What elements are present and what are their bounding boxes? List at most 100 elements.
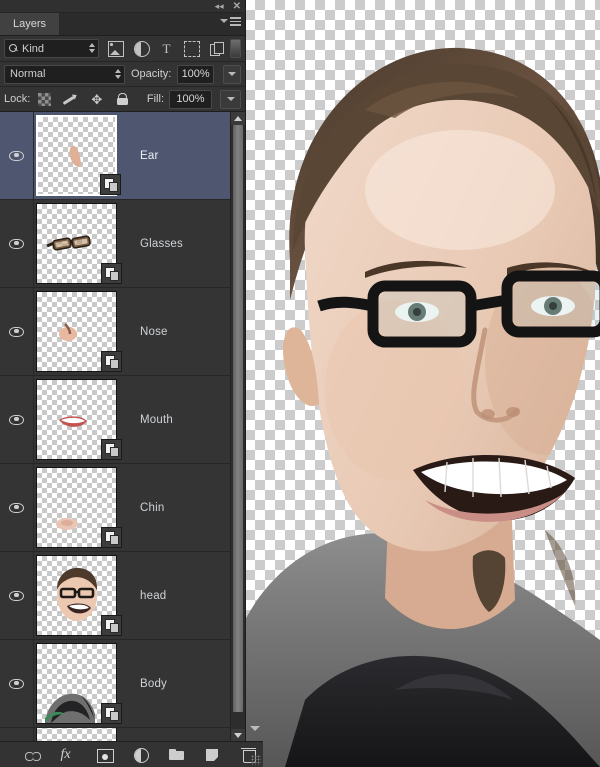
blend-mode-select[interactable]: Normal [4, 64, 125, 84]
smart-object-badge-icon [101, 439, 122, 460]
scrollbar-track[interactable] [231, 125, 245, 729]
fill-label: Fill: [146, 93, 164, 105]
filter-adjustment-layers-icon[interactable] [133, 40, 150, 57]
search-icon [9, 44, 18, 53]
smart-object-badge-icon [101, 527, 122, 548]
window-controls: ◂◂ ✕ [215, 0, 241, 12]
filter-kind-select[interactable]: Kind [4, 39, 99, 58]
layer-visibility-toggle[interactable] [0, 552, 34, 639]
layer-visibility-toggle[interactable] [0, 728, 34, 742]
filter-pixel-layers-icon[interactable] [107, 40, 124, 57]
scroll-up-button[interactable] [231, 112, 245, 125]
filter-shape-layers-icon[interactable] [183, 40, 200, 57]
layer-style-button[interactable]: fx [61, 747, 77, 763]
lock-icon-group: ✥ [38, 92, 129, 106]
table-row[interactable]: Chin [0, 464, 231, 552]
close-panel-button[interactable]: ✕ [233, 1, 241, 11]
panel-menu-arrow-icon [220, 19, 228, 24]
layers-panel: ◂◂ ✕ Layers Kind T Normal Opacity: 100% … [0, 0, 263, 767]
lock-transparent-pixels-icon[interactable] [38, 92, 52, 106]
table-row[interactable]: head [0, 552, 231, 640]
eye-icon [9, 590, 24, 601]
layer-visibility-toggle[interactable] [0, 288, 34, 375]
opacity-dropdown-button[interactable] [222, 64, 241, 84]
table-row[interactable]: Body [0, 640, 231, 728]
opacity-input[interactable]: 100% [177, 64, 214, 84]
new-group-button[interactable] [168, 747, 185, 763]
layer-thumbnail[interactable] [36, 203, 122, 284]
table-row[interactable]: Nose [0, 288, 231, 376]
layer-visibility-toggle[interactable] [0, 112, 34, 199]
layer-name[interactable]: Ear [140, 150, 159, 162]
layer-thumbnail[interactable] [36, 291, 122, 372]
lock-position-icon[interactable]: ✥ [90, 93, 103, 106]
panel-titlebar: ◂◂ ✕ [0, 0, 245, 13]
layer-visibility-toggle[interactable] [0, 464, 34, 551]
link-layers-button[interactable] [24, 747, 41, 763]
layer-visibility-toggle[interactable] [0, 376, 34, 463]
panel-tabbar: Layers [0, 13, 245, 36]
filter-type-icons: T [107, 40, 224, 57]
lock-label: Lock: [4, 93, 31, 105]
smart-object-badge-icon [101, 615, 122, 636]
layer-name[interactable]: Chin [140, 502, 164, 514]
smart-object-badge-icon [101, 351, 122, 372]
layers-bottom-toolbar: fx [0, 726, 263, 767]
layer-visibility-toggle[interactable] [0, 640, 34, 727]
filter-type-layers-icon[interactable]: T [160, 41, 174, 56]
filter-kind-label: Kind [22, 42, 45, 55]
layer-thumbnail[interactable] [36, 467, 122, 548]
panel-menu-lines-icon [230, 17, 241, 26]
layer-name[interactable]: Glasses [140, 238, 183, 250]
filter-enable-toggle[interactable] [229, 39, 241, 58]
layers-list[interactable]: Ear Glasses Nose Mouth Chin head Body [0, 112, 245, 742]
table-row[interactable]: Mouth [0, 376, 231, 464]
filter-kind-stepper-icon[interactable] [88, 43, 95, 53]
layer-thumbnail[interactable] [36, 643, 122, 724]
smart-object-badge-icon [100, 174, 121, 195]
table-row[interactable]: Ear [0, 112, 231, 200]
scrollbar-thumb[interactable] [233, 125, 243, 712]
layers-scrollbar[interactable] [230, 112, 245, 742]
eye-icon [9, 326, 24, 337]
layer-thumbnail[interactable] [36, 379, 122, 460]
lock-image-pixels-icon[interactable] [64, 93, 77, 106]
smart-object-badge-icon [101, 703, 122, 724]
lock-row: Lock: ✥ Fill: 100% [0, 87, 245, 112]
opacity-label: Opacity: [130, 68, 172, 80]
collapse-panel-button[interactable]: ◂◂ [215, 1, 224, 11]
table-row[interactable]: Glasses [0, 200, 231, 288]
fill-input[interactable]: 100% [169, 89, 212, 109]
photoshop-window: ◂◂ ✕ Layers Kind T Normal Opacity: 100% … [0, 0, 600, 767]
new-adjustment-layer-button[interactable] [133, 747, 149, 763]
eye-icon [9, 678, 24, 689]
thumbnail-art [37, 728, 116, 742]
portrait-photo [245, 47, 600, 767]
filter-row: Kind T [0, 36, 245, 62]
layer-visibility-toggle[interactable] [0, 200, 34, 287]
layer-thumbnail[interactable] [36, 555, 122, 636]
document-canvas[interactable] [245, 0, 600, 767]
layer-thumbnail[interactable] [36, 728, 117, 742]
table-row[interactable] [0, 728, 231, 742]
eye-icon [9, 238, 24, 249]
fill-dropdown-button[interactable] [220, 89, 241, 109]
fill-group: Fill: 100% [146, 89, 241, 109]
layer-name[interactable]: Nose [140, 326, 168, 338]
blend-mode-stepper-icon[interactable] [114, 68, 121, 79]
lock-all-icon[interactable] [116, 92, 129, 106]
layer-name[interactable]: Body [140, 678, 167, 690]
add-layer-mask-button[interactable] [96, 748, 114, 763]
panel-menu-icon[interactable] [220, 17, 241, 26]
scroll-down-arrow-icon[interactable] [250, 726, 260, 731]
layer-name[interactable]: Mouth [140, 414, 173, 426]
filter-smart-object-layers-icon[interactable] [209, 41, 224, 56]
new-layer-button[interactable] [205, 747, 221, 763]
tab-layers[interactable]: Layers [0, 13, 61, 35]
eye-icon [9, 414, 24, 425]
layer-name[interactable]: head [140, 590, 166, 602]
layer-thumbnail[interactable] [36, 115, 121, 196]
eye-icon [9, 150, 24, 161]
panel-resize-grip[interactable] [251, 755, 261, 765]
blend-mode-row: Normal Opacity: 100% [0, 62, 245, 87]
